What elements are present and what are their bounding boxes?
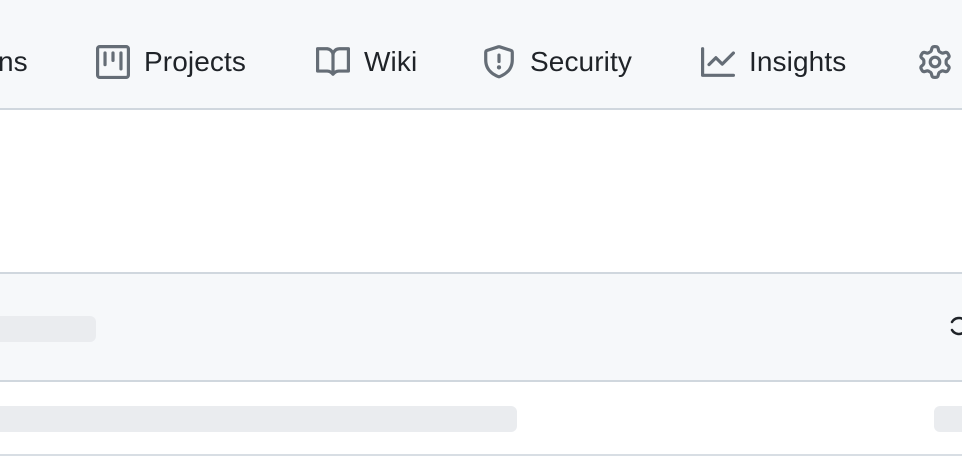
shield-icon [482,45,516,79]
repository-nav: ns Projects Wiki Security Insights [0,0,962,110]
tab-security[interactable]: Security [482,30,632,94]
loading-box-header [0,272,962,382]
tab-insights-label: Insights [749,46,847,77]
tab-insights[interactable]: Insights [701,30,846,94]
gear-icon [918,45,952,79]
skeleton-row-title-placeholder [0,406,517,432]
loading-box-row [0,382,962,456]
tab-security-label: Security [530,46,632,77]
skeleton-row-meta-placeholder [934,406,962,432]
graph-icon [701,45,735,79]
tab-wiki[interactable]: Wiki [316,30,417,94]
tab-actions[interactable]: ns [0,45,28,79]
tab-projects-label: Projects [144,46,246,77]
repository-page: ns Projects Wiki Security Insights [0,0,962,474]
tab-actions-label: ns [0,46,28,77]
skeleton-header-placeholder [0,316,96,342]
table-icon [96,45,130,79]
content-area [0,110,962,272]
tab-projects[interactable]: Projects [96,30,246,94]
tab-settings[interactable] [918,30,952,94]
spinner-icon [948,312,962,340]
page-bottom [0,456,962,474]
tab-wiki-label: Wiki [364,46,418,77]
book-icon [316,45,350,79]
